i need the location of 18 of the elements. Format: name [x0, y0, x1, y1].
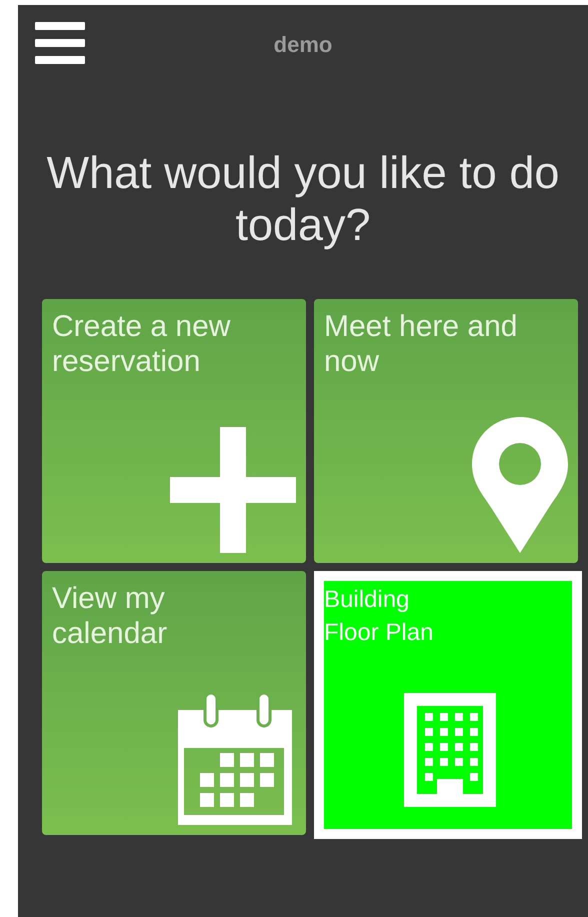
menu-button[interactable]: [35, 22, 85, 64]
menu-tile[interactable]: View my calendar: [42, 571, 306, 835]
tile-label: calendar: [52, 616, 168, 651]
menu-tile[interactable]: Building Floor Plan: [314, 571, 582, 839]
plus-icon: [170, 427, 296, 553]
tile-label: View my: [52, 581, 166, 616]
menu-tile[interactable]: Create a new reservation: [42, 299, 306, 563]
tile-label: Create a new: [52, 309, 230, 344]
page-heading: What would you like to do today?: [46, 147, 560, 251]
tile-label: now: [324, 344, 380, 379]
tile-label: Building: [324, 585, 410, 615]
building-icon: [404, 693, 496, 807]
tile-label: Floor Plan: [324, 618, 434, 648]
tile-label: reservation: [52, 344, 202, 379]
tile-label: Meet here and: [324, 309, 518, 344]
app-title: demo: [274, 30, 332, 58]
menu-tile[interactable]: Meet here and now: [314, 299, 578, 563]
location-pin-icon: [472, 417, 568, 553]
